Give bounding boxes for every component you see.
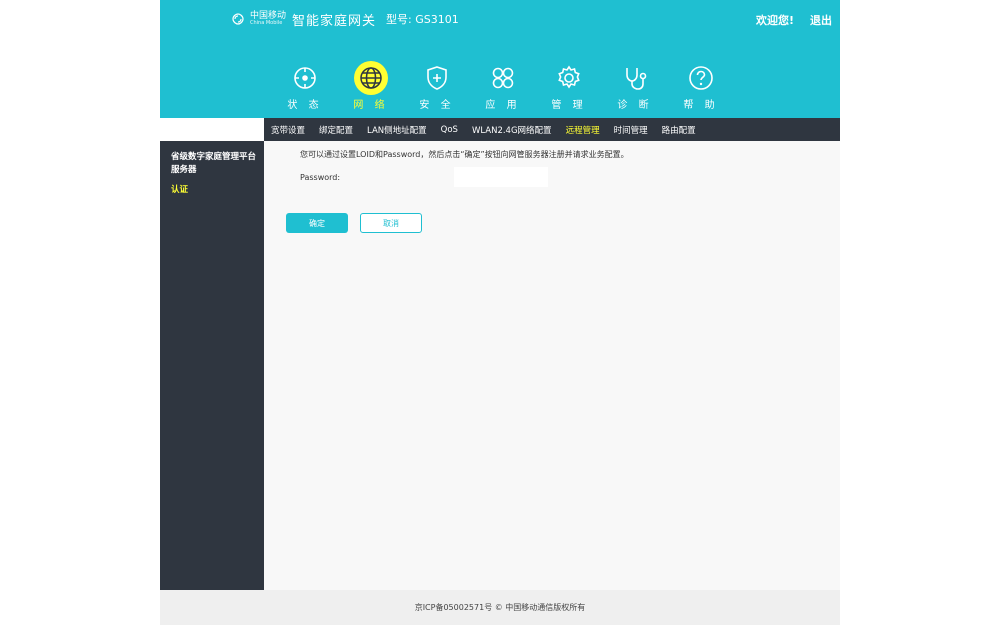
stethoscope-icon xyxy=(626,68,647,90)
nav-apps[interactable]: 应 用 xyxy=(470,64,536,114)
password-label: Password: xyxy=(300,173,341,182)
nav-status[interactable]: 状 态 xyxy=(272,64,338,114)
subnav-routing[interactable]: 路由配置 xyxy=(655,124,703,136)
shield-icon xyxy=(427,66,447,90)
password-field[interactable] xyxy=(454,167,548,187)
header-bar: 中国移动 China Mobile 智能家庭网关 型号: GS3101 欢迎您!… xyxy=(160,0,840,118)
nav-diagnosis[interactable]: 诊 断 xyxy=(602,64,668,114)
user-area: 欢迎您! 退出 xyxy=(756,12,832,28)
main-content: 您可以通过设置LOID和Password，然后点击“确定”按钮向网管服务器注册并… xyxy=(264,141,840,590)
status-icon xyxy=(294,67,316,89)
footer-copyright: 京ICP备05002571号 © 中国移动通信版权所有 xyxy=(414,603,586,612)
subnav-qos[interactable]: QoS xyxy=(434,125,465,135)
nav-status-label: 状 态 xyxy=(287,100,323,111)
logout-link[interactable]: 退出 xyxy=(810,12,832,28)
apps-icon xyxy=(492,67,514,89)
subnav-lan-address[interactable]: LAN侧地址配置 xyxy=(360,124,434,136)
sidebar-title: 省级数字家庭管理平台服务器 xyxy=(171,152,257,175)
brand: 中国移动 China Mobile 智能家庭网关 型号: GS3101 xyxy=(230,8,459,30)
app-title: 智能家庭网关 xyxy=(292,13,377,29)
nav-network[interactable]: 网 络 xyxy=(338,61,404,114)
footer: 京ICP备05002571号 © 中国移动通信版权所有 xyxy=(160,590,840,625)
nav-help-label: 帮 助 xyxy=(683,100,719,111)
subnav-wlan24g[interactable]: WLAN2.4G网络配置 xyxy=(465,124,559,136)
brand-name-en: China Mobile xyxy=(250,20,283,26)
china-mobile-logo-icon xyxy=(230,11,246,27)
subnav-binding[interactable]: 绑定配置 xyxy=(312,124,360,136)
gear-icon xyxy=(558,65,580,89)
brand-name: 中国移动 China Mobile xyxy=(250,12,286,26)
sidebar: 省级数字家庭管理平台服务器 认证 xyxy=(160,141,264,590)
sub-nav: 宽带设置 绑定配置 LAN侧地址配置 QoS WLAN2.4G网络配置 远程管理… xyxy=(264,118,840,141)
ok-button[interactable]: 确定 xyxy=(286,213,348,233)
welcome-text: 欢迎您! xyxy=(755,14,794,27)
nav-management[interactable]: 管 理 xyxy=(536,64,602,114)
nav-network-label: 网 络 xyxy=(353,100,389,111)
nav-security-label: 安 全 xyxy=(419,100,455,111)
cancel-button[interactable]: 取消 xyxy=(360,213,422,233)
globe-icon xyxy=(354,61,388,95)
sidebar-item-auth[interactable]: 认证 xyxy=(171,183,188,195)
nav-management-label: 管 理 xyxy=(551,100,587,111)
router-admin-page: 中国移动 China Mobile 智能家庭网关 型号: GS3101 欢迎您!… xyxy=(160,0,840,625)
nav-help[interactable]: 帮 助 xyxy=(668,64,734,114)
nav-apps-label: 应 用 xyxy=(485,100,521,111)
nav-diagnosis-label: 诊 断 xyxy=(617,100,653,111)
main-nav: 状 态 网 络 安 全 应 用 管 理 诊 断 帮 助 xyxy=(272,61,734,114)
subnav-broadband[interactable]: 宽带设置 xyxy=(264,124,312,136)
model-label: 型号: GS3101 xyxy=(386,13,459,26)
subnav-time-management[interactable]: 时间管理 xyxy=(607,124,655,136)
subnav-remote-management[interactable]: 远程管理 xyxy=(559,124,607,136)
nav-security[interactable]: 安 全 xyxy=(404,64,470,114)
help-icon xyxy=(689,66,713,90)
description-text: 您可以通过设置LOID和Password，然后点击“确定”按钮向网管服务器注册并… xyxy=(300,150,629,159)
